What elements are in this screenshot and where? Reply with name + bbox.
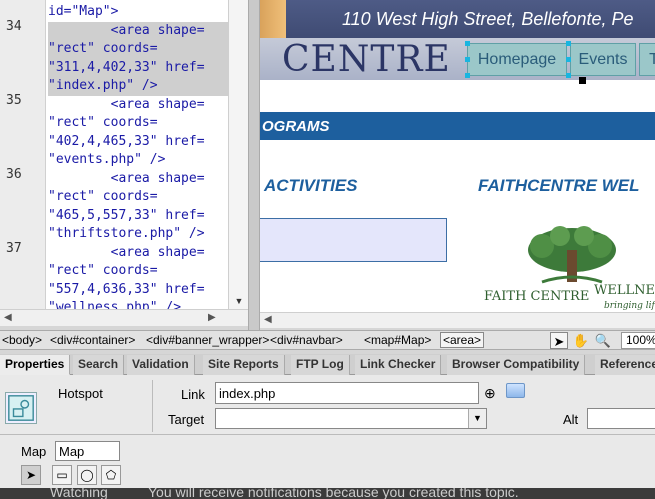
divider [152,380,153,432]
rectangle-hotspot-tool-icon[interactable]: ▭ [52,465,72,485]
zoom-level-select[interactable]: 100% [621,332,655,349]
line-number: 36 [6,167,22,182]
line-number: 37 [6,241,22,256]
notification-note: You will receive notifications because y… [148,488,519,499]
scroll-down-arrow-icon[interactable]: ▼ [229,296,248,308]
point-to-file-icon[interactable]: ⊕ [484,385,496,402]
nav-homepage-hotspot[interactable]: Homepage [467,43,567,76]
selection-handle[interactable] [566,41,571,46]
code-line[interactable]: <area shape= [48,244,228,263]
tab-browser-compatibility[interactable]: Browser Compatibility [447,355,586,375]
scroll-left-arrow-icon[interactable]: ◀ [4,312,12,323]
tab-properties[interactable]: Properties [0,355,71,375]
tag-div-banner-wrapper[interactable]: <div#banner_wrapper> [146,333,269,347]
panel-tab-bar: Properties Search Validation Site Report… [0,354,655,375]
code-line[interactable]: "rect" coords= [48,262,228,281]
code-line[interactable]: <area shape= [48,96,228,115]
code-horizontal-scrollbar[interactable]: ◀ ▶ [0,309,248,326]
design-view[interactable]: 110 West High Street, Bellefonte, Pe CEN… [260,0,655,312]
tab-validation[interactable]: Validation [127,355,195,375]
design-horizontal-scrollbar[interactable]: ◀ [260,312,655,328]
code-line[interactable]: "465,5,557,33" href= [48,207,228,226]
tag-selector-bar: <body> <div#container> <div#banner_wrapp… [0,330,655,350]
code-vertical-scrollbar[interactable]: ▼ [228,0,248,310]
scroll-left-arrow-icon[interactable]: ◀ [264,314,272,325]
tag-div-container[interactable]: <div#container> [50,333,135,347]
programs-heading: OGRAMS [262,118,330,135]
activities-heading: ACTIVITIES [264,176,358,195]
tree-logo-text: FAITH CENTRE [484,289,589,304]
tag-area-current[interactable]: <area> [440,332,485,348]
nav-thriftstore-hotspot[interactable]: T [639,43,655,76]
code-line-selected[interactable]: "311,4,402,33" href= [48,58,228,77]
tab-ftp-log[interactable]: FTP Log [291,355,350,375]
tab-reference[interactable]: Reference [595,355,655,375]
nav-events-hotspot[interactable]: Events [570,43,636,76]
line-number: 35 [6,93,22,108]
link-input[interactable] [215,382,479,404]
banner-address: 110 West High Street, Bellefonte, Pe [342,9,634,29]
code-line[interactable]: "thriftstore.php" /> [48,225,228,244]
code-line[interactable]: <area shape= [48,170,228,189]
tab-link-checker[interactable]: Link Checker [355,355,442,375]
code-line[interactable]: "rect" coords= [48,188,228,207]
hotspot-icon [5,392,37,424]
line-number: 34 [6,19,22,34]
selection-handle[interactable] [465,41,470,46]
pointer-icon[interactable]: ➤ [550,332,568,349]
tree-logo-text-2: WELLNE [594,283,655,298]
map-pointer-tool-icon[interactable]: ➤ [21,465,41,485]
code-line[interactable]: "events.php" /> [48,151,228,170]
code-line-selected[interactable]: "rect" coords= [48,40,228,59]
zoom-icon[interactable]: 🔍 [594,332,612,349]
faith-centre-tree-logo-icon: FAITH CENTRE WELLNE bringing life [484,226,655,311]
dropdown-arrow-icon[interactable]: ▼ [468,409,486,428]
line-number-gutter: 34 35 36 37 [0,0,46,310]
code-line[interactable]: "557,4,636,33" href= [48,281,228,300]
target-label: Target [168,412,205,427]
code-line-selected[interactable]: <area shape= [48,21,228,40]
folder-icon[interactable] [506,383,525,398]
background-window-strip: Watching You will receive notifications … [0,488,655,499]
faithcentre-wellness-heading: FAITHCENTRE WEL [478,176,640,195]
link-label: Link [181,387,205,402]
selection-handle[interactable] [465,73,470,78]
programs-bar: OGRAMS [260,112,655,140]
target-select[interactable]: ▼ [215,408,487,429]
code-line[interactable]: "rect" coords= [48,114,228,133]
polygon-hotspot-tool-icon[interactable]: ⬠ [101,465,121,485]
scroll-right-arrow-icon[interactable]: ▶ [208,312,216,323]
hand-icon[interactable]: ✋ [572,332,590,349]
view-splitter[interactable] [248,0,260,330]
site-logo-text: CENTRE [282,39,451,80]
tree-logo-tagline: bringing life [604,301,655,311]
content-box [260,218,447,262]
hotspot-type-label: Hotspot [58,386,103,401]
banner-accent [260,0,286,38]
tab-site-reports[interactable]: Site Reports [203,355,285,375]
circle-hotspot-tool-icon[interactable]: ◯ [77,465,97,485]
code-line-selected[interactable]: "index.php" /> [48,77,228,96]
map-name-input[interactable] [55,441,120,461]
selection-handle[interactable] [465,57,470,62]
code-line[interactable]: "402,4,465,33" href= [48,133,228,152]
alt-label: Alt [563,412,579,427]
watching-label: Watching [50,488,108,499]
tag-body[interactable]: <body> [2,333,42,347]
image-map-marker-icon[interactable] [579,77,586,84]
selection-handle[interactable] [566,57,571,62]
tab-search[interactable]: Search [73,355,125,375]
divider [0,434,655,435]
code-line[interactable]: id="Map"> [48,3,228,22]
tag-div-navbar[interactable]: <div#navbar> [270,333,343,347]
banner-top: 110 West High Street, Bellefonte, Pe [260,0,655,38]
code-view[interactable]: 34 35 36 37 id="Map"> <area shape= "rect… [0,0,248,310]
map-label: Map [21,444,47,459]
code-text[interactable]: id="Map"> <area shape= "rect" coords= "3… [48,3,228,310]
selection-handle[interactable] [566,73,571,78]
alt-input[interactable] [587,408,655,429]
tag-map[interactable]: <map#Map> [364,333,431,347]
